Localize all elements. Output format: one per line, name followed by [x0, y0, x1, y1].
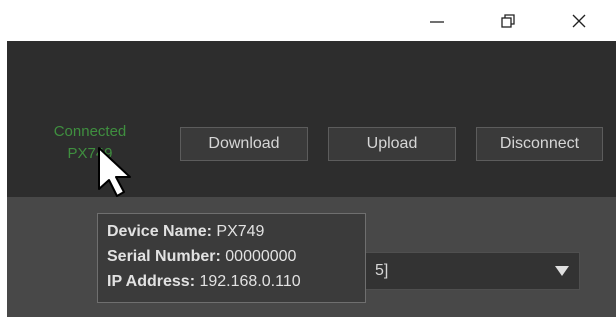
disconnect-button[interactable]: Disconnect: [476, 127, 603, 161]
device-select[interactable]: 5]: [340, 252, 580, 290]
close-icon: [572, 14, 586, 27]
connection-status-text: Connected: [53, 123, 127, 140]
device-select-value: 5]: [375, 262, 389, 279]
download-button[interactable]: Download: [180, 127, 308, 161]
close-button[interactable]: [556, 0, 602, 41]
ip-address-value: 192.168.0.110: [199, 273, 301, 290]
minimize-button[interactable]: [414, 0, 460, 41]
device-name-label: Device Name:: [107, 223, 212, 240]
serial-number-label: Serial Number:: [107, 248, 221, 265]
tooltip-serial-row: Serial Number: 00000000: [107, 244, 365, 269]
device-info-tooltip: Device Name: PX749 Serial Number: 000000…: [97, 213, 366, 303]
ip-address-label: IP Address:: [107, 273, 196, 290]
minimize-icon: [430, 20, 444, 23]
title-bar: [0, 0, 616, 41]
serial-number-value: 00000000: [225, 248, 297, 265]
restore-icon: [501, 13, 515, 28]
dropdown-arrow-icon[interactable]: [554, 263, 570, 279]
upload-button[interactable]: Upload: [328, 127, 456, 161]
device-name-value: PX749: [216, 223, 265, 240]
tooltip-ip-row: IP Address: 192.168.0.110: [107, 269, 365, 294]
mouse-pointer-icon: [98, 147, 131, 197]
tooltip-device-name-row: Device Name: PX749: [107, 219, 365, 244]
restore-button[interactable]: [485, 0, 531, 41]
